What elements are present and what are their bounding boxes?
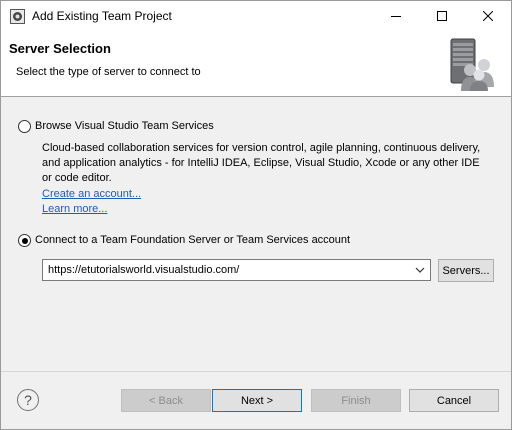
learn-more-link[interactable]: Learn more... <box>42 203 107 215</box>
server-users-icon <box>450 38 494 91</box>
window-title: Add Existing Team Project <box>32 9 172 23</box>
page-subtitle: Select the type of server to connect to <box>16 66 201 78</box>
next-button[interactable]: Next > <box>212 389 302 412</box>
page-title: Server Selection <box>9 41 111 56</box>
minimize-button[interactable] <box>373 1 419 31</box>
wizard-header: Server Selection Select the type of serv… <box>1 31 511 96</box>
maximize-icon <box>437 11 447 21</box>
server-url-combobox[interactable]: https://etutorialsworld.visualstudio.com… <box>42 259 431 281</box>
connect-tfs-label[interactable]: Connect to a Team Foundation Server or T… <box>35 234 350 246</box>
title-bar[interactable]: Add Existing Team Project <box>1 1 511 31</box>
cancel-button[interactable]: Cancel <box>409 389 499 412</box>
browse-vsts-label[interactable]: Browse Visual Studio Team Services <box>35 120 214 132</box>
connect-tfs-radio[interactable] <box>18 234 31 247</box>
server-url-value[interactable]: https://etutorialsworld.visualstudio.com… <box>48 264 239 276</box>
back-button[interactable]: < Back <box>121 389 211 412</box>
maximize-button[interactable] <box>419 1 465 31</box>
help-icon[interactable]: ? <box>17 389 39 411</box>
chevron-down-icon[interactable] <box>414 264 426 276</box>
wizard-footer: ? < Back Next > Finish Cancel <box>1 372 511 429</box>
close-button[interactable] <box>465 1 511 31</box>
finish-button[interactable]: Finish <box>311 389 401 412</box>
servers-button[interactable]: Servers... <box>438 259 494 282</box>
create-account-link[interactable]: Create an account... <box>42 188 141 200</box>
browse-vsts-description: Cloud-based collaboration services for v… <box>42 142 481 184</box>
dialog-window: Add Existing Team Project Server Selecti… <box>0 0 512 430</box>
close-icon <box>483 11 493 21</box>
eclipse-app-icon <box>10 9 25 24</box>
minimize-icon <box>391 16 401 17</box>
browse-vsts-radio[interactable] <box>18 120 31 133</box>
wizard-content: Browse Visual Studio Team Services Cloud… <box>1 97 511 371</box>
